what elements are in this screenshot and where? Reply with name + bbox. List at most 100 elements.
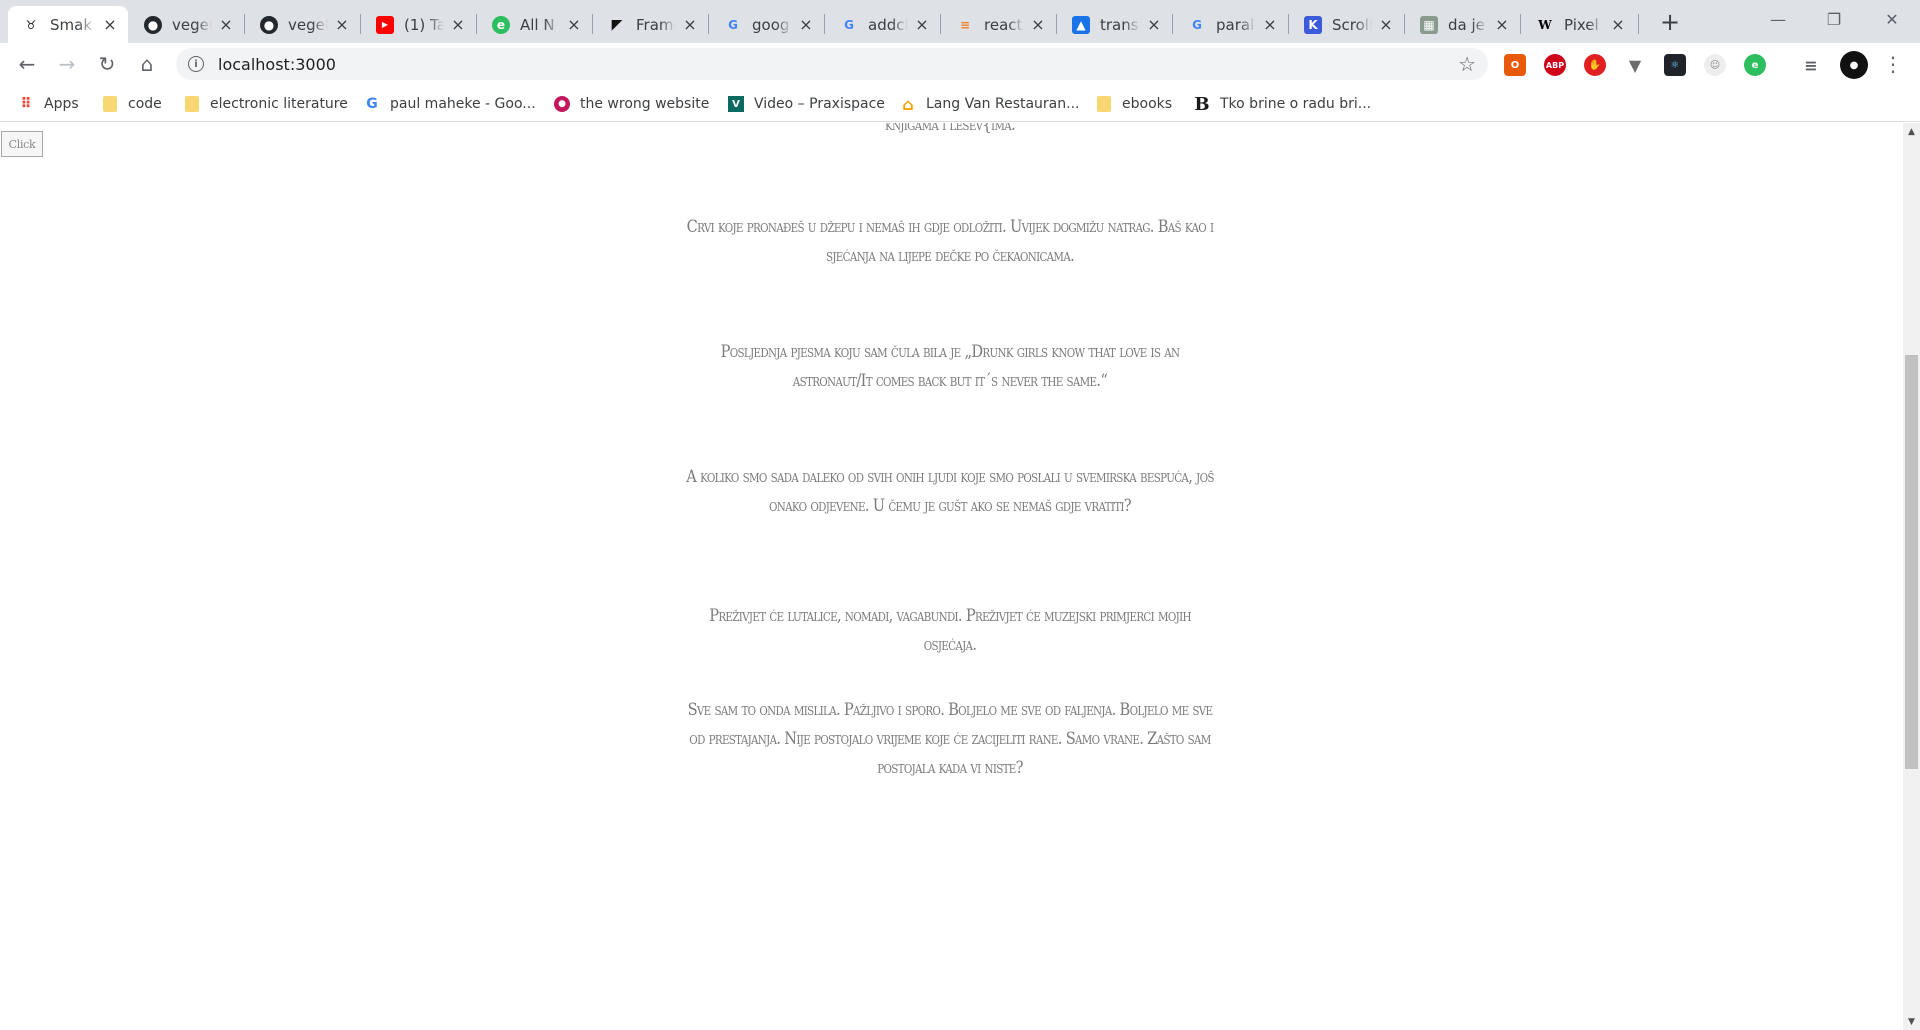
- address-bar[interactable]: i localhost:3000 ☆: [176, 48, 1488, 80]
- translate-icon: ▲: [1072, 15, 1090, 34]
- tab-separator: [592, 14, 593, 34]
- close-icon[interactable]: ×: [1030, 15, 1046, 34]
- tab-separator: [1056, 14, 1057, 34]
- close-icon[interactable]: ×: [102, 15, 118, 34]
- tab-translate[interactable]: ▲ transl ×: [1058, 6, 1172, 43]
- close-window-button[interactable]: ✕: [1864, 0, 1920, 38]
- close-icon[interactable]: ×: [566, 15, 582, 34]
- tab-evernote[interactable]: e All N ×: [478, 6, 592, 43]
- paragraph: Crvi koje pronađeš u džepu i nemaš ih gd…: [686, 217, 1214, 266]
- bookmark-apps[interactable]: ⠿ Apps: [18, 93, 79, 115]
- extension-face-icon[interactable]: ☺: [1704, 54, 1726, 76]
- tab-label: goog: [752, 15, 790, 34]
- tab-youtube[interactable]: ▶ (1) Ta ×: [362, 6, 476, 43]
- close-icon[interactable]: ×: [1146, 15, 1162, 34]
- bookmark-praxispace[interactable]: V Video – Praxispace: [728, 93, 885, 115]
- new-tab-button[interactable]: +: [1656, 8, 1684, 36]
- tab-label: Scroll: [1332, 15, 1372, 34]
- close-icon[interactable]: ×: [682, 15, 698, 34]
- bookmark-code[interactable]: code: [102, 93, 162, 115]
- minimize-button[interactable]: —: [1750, 0, 1806, 38]
- adblock-extension-icon[interactable]: ABP: [1544, 54, 1566, 76]
- reload-button[interactable]: ↻: [92, 49, 122, 79]
- vue-devtools-icon[interactable]: ▼: [1624, 54, 1646, 76]
- tab-stackoverflow[interactable]: ≡ react ×: [942, 6, 1056, 43]
- bookmark-paul-maheke[interactable]: G paul maheke - Goo...: [364, 93, 535, 115]
- profile-avatar[interactable]: ●: [1840, 51, 1868, 79]
- tab-google-1[interactable]: G goog ×: [710, 6, 824, 43]
- click-button[interactable]: Click: [1, 131, 43, 157]
- tab-separator: [244, 14, 245, 34]
- restaurant-icon: ⌂: [902, 94, 914, 114]
- react-devtools-icon[interactable]: ⚛: [1664, 54, 1686, 76]
- tab-google-3[interactable]: G parall ×: [1174, 6, 1288, 43]
- framer-icon: ◤: [611, 16, 623, 33]
- apps-grid-icon: ⠿: [20, 96, 32, 112]
- bookmark-lang-van[interactable]: ⌂ Lang Van Restauran...: [900, 93, 1080, 115]
- tab-label: react: [984, 15, 1023, 34]
- google-icon: G: [1192, 17, 1202, 32]
- restore-button[interactable]: ❐: [1806, 0, 1862, 38]
- media-control-icon[interactable]: ≡: [1800, 54, 1822, 76]
- github-icon: ●: [144, 15, 162, 34]
- wrong-website-icon: ●: [554, 96, 570, 112]
- forward-button[interactable]: →: [52, 49, 82, 79]
- tab-google-2[interactable]: G addcl ×: [826, 6, 940, 43]
- stop-extension-icon[interactable]: ✋: [1584, 54, 1606, 76]
- close-icon[interactable]: ×: [1610, 15, 1626, 34]
- bookmark-ebooks[interactable]: ebooks: [1096, 93, 1172, 115]
- back-button[interactable]: ←: [12, 49, 42, 79]
- close-icon[interactable]: ×: [798, 15, 814, 34]
- office-extension-icon[interactable]: O: [1504, 54, 1526, 76]
- paragraph: knjigama i lešev{ima.: [884, 123, 1016, 135]
- bookmark-label: Video – Praxispace: [754, 96, 885, 112]
- bookmark-star-icon[interactable]: ☆: [1458, 52, 1476, 76]
- close-icon[interactable]: ×: [1494, 15, 1510, 34]
- tab-image[interactable]: ▦ da je ×: [1406, 6, 1520, 43]
- tab-framer[interactable]: ◤ Frame ×: [594, 6, 708, 43]
- tab-label: Smak: [50, 15, 93, 34]
- url-text[interactable]: localhost:3000: [218, 55, 336, 74]
- tab-separator: [940, 14, 941, 34]
- tab-separator: [1404, 14, 1405, 34]
- bookmark-wrong-website[interactable]: ● the wrong website: [554, 93, 709, 115]
- close-icon[interactable]: ×: [218, 15, 234, 34]
- bookmarks-bar: ⠿ Apps code electronic literature G paul…: [0, 86, 1920, 122]
- tab-wikipedia[interactable]: W Pixel ×: [1522, 6, 1636, 43]
- tab-github-1[interactable]: ● vegel ×: [130, 6, 244, 43]
- tab-github-2[interactable]: ● vegel ×: [246, 6, 360, 43]
- scroll-up-arrow-icon[interactable]: ▲: [1903, 123, 1920, 140]
- close-icon[interactable]: ×: [1378, 15, 1394, 34]
- browser-menu-icon[interactable]: ⋮: [1878, 49, 1908, 79]
- tab-separator: [1520, 14, 1521, 34]
- praxispace-icon: V: [728, 96, 744, 112]
- bookmark-tko-brine[interactable]: B Tko brine o radu bri...: [1194, 93, 1371, 115]
- scroll-icon: K: [1304, 15, 1322, 34]
- tab-scroll[interactable]: K Scroll ×: [1290, 6, 1404, 43]
- scrollbar-thumb[interactable]: [1905, 355, 1918, 769]
- b-icon: B: [1194, 93, 1210, 115]
- bookmark-label: the wrong website: [580, 96, 710, 112]
- site-info-icon[interactable]: i: [188, 56, 204, 72]
- folder-icon: [184, 96, 200, 112]
- scroll-down-arrow-icon[interactable]: ▼: [1903, 1013, 1920, 1030]
- evernote-extension-icon[interactable]: e: [1744, 54, 1766, 76]
- tab-separator: [1638, 14, 1639, 34]
- bookmark-label: Lang Van Restauran...: [926, 96, 1080, 112]
- youtube-icon: ▶: [376, 15, 394, 34]
- paragraph: Preživjet će lutalice, nomadi, vagabundi…: [709, 606, 1191, 655]
- bookmark-electronic-literature[interactable]: electronic literature: [184, 93, 348, 115]
- tab-smak[interactable]: ♉ Smak ×: [8, 6, 128, 43]
- tab-separator: [824, 14, 825, 34]
- page-scrollbar[interactable]: ▲ ▼: [1903, 123, 1920, 1030]
- close-icon[interactable]: ×: [334, 15, 350, 34]
- bookmark-label: Tko brine o radu bri...: [1220, 96, 1372, 112]
- tab-label: addcl: [868, 15, 908, 34]
- evernote-icon: e: [492, 15, 510, 34]
- paragraph: A koliko smo sada daleko od svih onih lj…: [686, 467, 1214, 516]
- close-icon[interactable]: ×: [450, 15, 466, 34]
- close-icon[interactable]: ×: [914, 15, 930, 34]
- close-icon[interactable]: ×: [1262, 15, 1278, 34]
- home-button[interactable]: ⌂: [132, 49, 162, 79]
- stackoverflow-icon: ≡: [959, 17, 971, 32]
